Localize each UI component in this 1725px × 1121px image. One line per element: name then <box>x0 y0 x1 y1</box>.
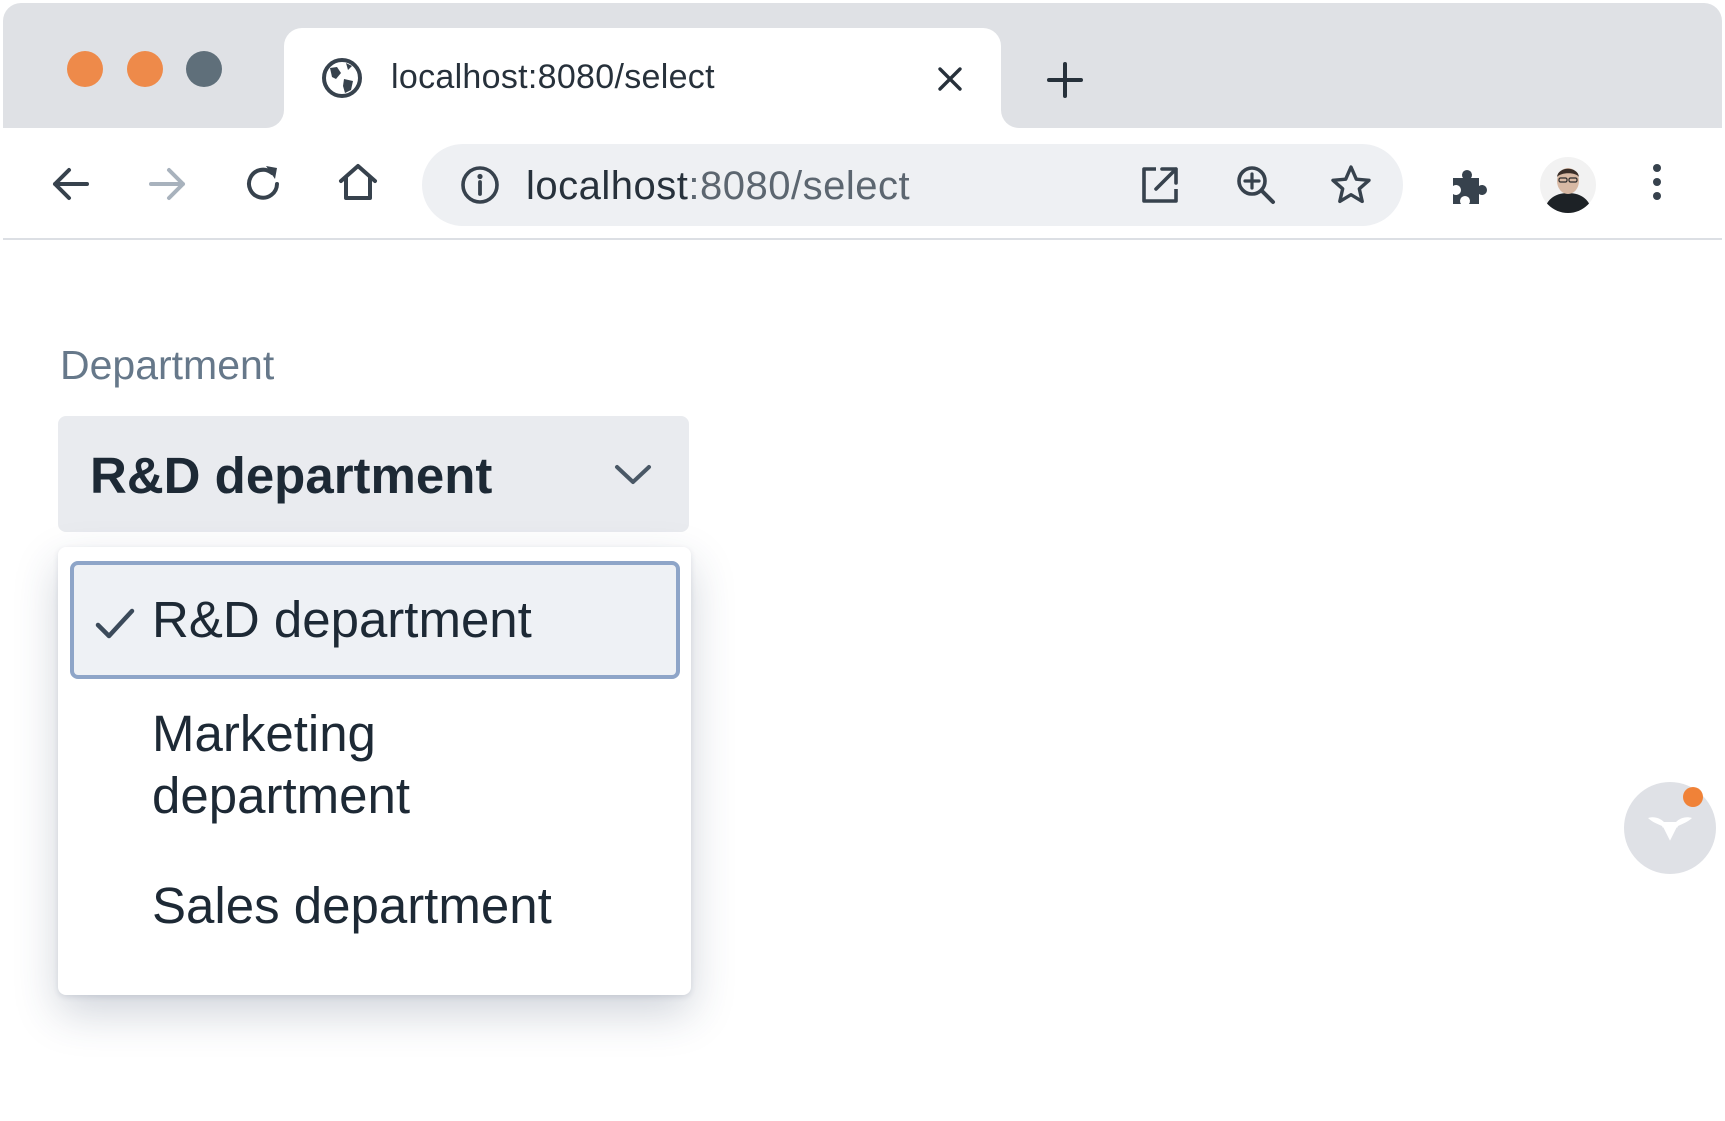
home-icon[interactable] <box>334 158 382 206</box>
arrow-right-icon[interactable] <box>143 160 191 208</box>
new-tab-icon[interactable] <box>1045 60 1085 100</box>
chevron-down-icon[interactable] <box>610 452 656 498</box>
browser-window: localhost:8080/select localhost:8080/sel… <box>3 3 1722 1118</box>
open-external-icon[interactable] <box>1136 161 1184 209</box>
browser-tab[interactable]: localhost:8080/select <box>284 28 1001 128</box>
puzzle-icon[interactable] <box>1445 162 1493 210</box>
avatar-icon <box>1540 157 1596 213</box>
window-minimize-button[interactable] <box>127 51 163 87</box>
url-host: localhost <box>526 164 689 208</box>
option-rd-department[interactable]: R&D department <box>70 561 680 679</box>
option-marketing-department[interactable]: Marketing department <box>70 695 680 831</box>
url-path: :8080/select <box>688 164 911 208</box>
tab-title: localhost:8080/select <box>391 58 715 96</box>
browser-toolbar: localhost:8080/select <box>3 128 1722 240</box>
globe-icon <box>322 58 362 98</box>
select-dropdown-overlay: R&D department Marketing department Sale… <box>58 547 691 995</box>
option-label: Sales department <box>152 877 552 934</box>
star-icon[interactable] <box>1327 161 1375 209</box>
close-tab-icon[interactable] <box>935 64 965 94</box>
window-close-button[interactable] <box>67 51 103 87</box>
kebab-menu-icon[interactable] <box>1633 158 1681 206</box>
address-bar[interactable]: localhost:8080/select <box>422 144 1403 226</box>
info-icon[interactable] <box>456 161 504 209</box>
option-label: Marketing department <box>152 705 410 824</box>
checkmark-icon <box>95 608 135 639</box>
window-maximize-button[interactable] <box>186 51 222 87</box>
department-select[interactable]: R&D department <box>58 416 689 532</box>
zoom-in-icon[interactable] <box>1232 161 1280 209</box>
page-content: Department R&D department R&D department… <box>3 242 1722 1118</box>
profile-avatar[interactable] <box>1540 157 1596 213</box>
select-value: R&D department <box>90 447 493 504</box>
department-label: Department <box>60 342 275 388</box>
url-text[interactable]: localhost:8080/select <box>526 164 910 209</box>
notification-dot <box>1683 787 1703 807</box>
tab-strip: localhost:8080/select <box>3 3 1722 128</box>
option-sales-department[interactable]: Sales department <box>70 867 680 947</box>
arrow-left-icon[interactable] <box>47 160 95 208</box>
reload-icon[interactable] <box>239 160 287 208</box>
option-label: R&D department <box>152 591 532 648</box>
